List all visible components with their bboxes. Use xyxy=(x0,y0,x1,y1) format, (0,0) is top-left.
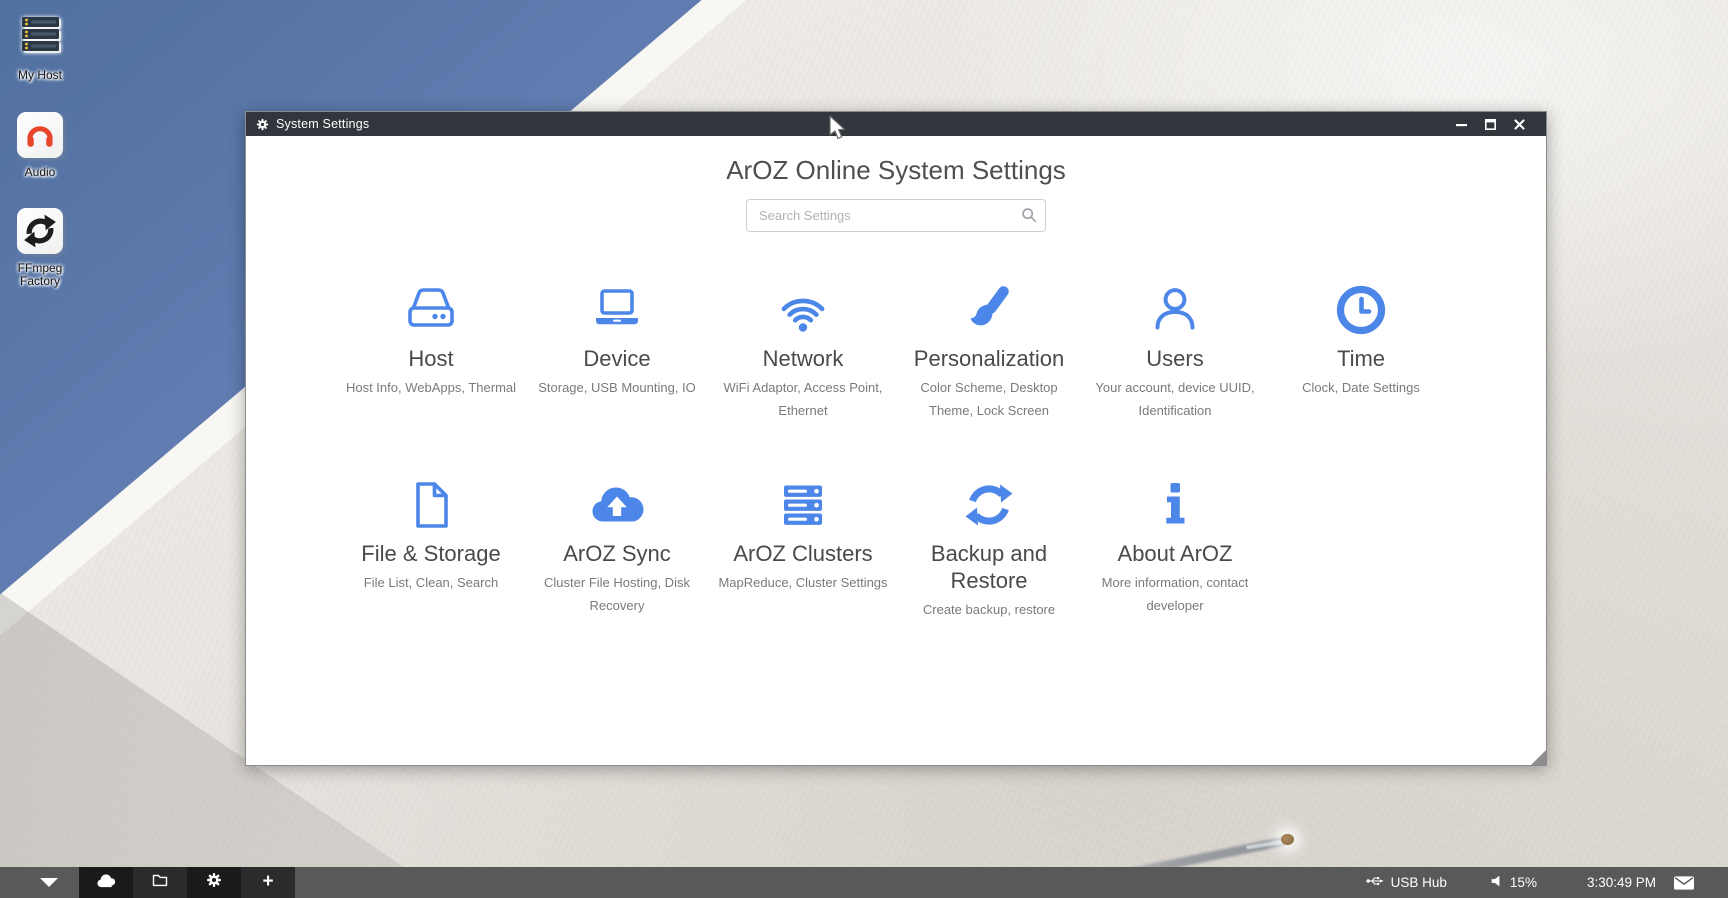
setting-backup-restore[interactable]: Backup and Restore Create backup, restor… xyxy=(896,469,1082,621)
taskbar: + US xyxy=(0,867,1728,898)
settings-row-1: Host Host Info, WebApps, Thermal Device xyxy=(338,274,1454,422)
setting-subtitle: Your account, device UUID, Identificatio… xyxy=(1082,376,1268,422)
setting-title: Backup and Restore xyxy=(896,540,1082,594)
settings-content: ArOZ Online System Settings xyxy=(246,136,1546,765)
search-input[interactable] xyxy=(746,199,1046,232)
window-controls xyxy=(1455,118,1536,131)
laptop-icon xyxy=(524,274,710,338)
caret-down-icon[interactable] xyxy=(40,878,58,887)
folder-icon xyxy=(151,872,169,893)
desktop-icon-label: Audio xyxy=(1,166,79,179)
gear-icon xyxy=(256,118,269,131)
envelope-icon[interactable] xyxy=(1674,876,1694,890)
taskbar-tile-settings[interactable] xyxy=(187,867,241,898)
setting-title: About ArOZ xyxy=(1082,540,1268,567)
setting-subtitle: Storage, USB Mounting, IO xyxy=(524,376,710,399)
speaker-icon xyxy=(1491,875,1503,890)
setting-subtitle: WiFi Adaptor, Access Point, Ethernet xyxy=(710,376,896,422)
setting-title: Users xyxy=(1082,345,1268,372)
setting-title: ArOZ Clusters xyxy=(710,540,896,567)
setting-subtitle: Cluster File Hosting, Disk Recovery xyxy=(524,571,710,617)
usb-icon xyxy=(1366,875,1384,890)
paintbrush-icon xyxy=(896,274,1082,338)
usb-status[interactable]: USB Hub xyxy=(1366,875,1447,890)
setting-title: ArOZ Sync xyxy=(524,540,710,567)
file-icon xyxy=(338,469,524,533)
desktop-icon-ffmpeg-factory[interactable]: FFmpeg Factory xyxy=(1,208,79,288)
setting-title: Personalization xyxy=(896,345,1082,372)
recycle-arrows-icon xyxy=(17,208,63,254)
setting-users[interactable]: Users Your account, device UUID, Identif… xyxy=(1082,274,1268,422)
minimize-button[interactable] xyxy=(1455,118,1468,131)
hdd-icon xyxy=(338,274,524,338)
gear-icon xyxy=(206,872,222,893)
desktop-icon-my-host[interactable]: My Host xyxy=(1,12,79,82)
setting-subtitle: File List, Clean, Search xyxy=(338,571,524,594)
taskbar-status-area: USB Hub 15% 3:30:49 PM xyxy=(1366,875,1728,890)
wallpaper-wall-hole xyxy=(1281,834,1294,845)
taskbar-tiles: + xyxy=(79,867,295,898)
taskbar-tile-add[interactable]: + xyxy=(241,867,295,898)
setting-title: Time xyxy=(1268,345,1454,372)
info-icon xyxy=(1082,469,1268,533)
settings-row-2: File & Storage File List, Clean, Search … xyxy=(338,469,1454,621)
setting-device[interactable]: Device Storage, USB Mounting, IO xyxy=(524,274,710,422)
setting-title: File & Storage xyxy=(338,540,524,567)
setting-about-aroz[interactable]: About ArOZ More information, contact dev… xyxy=(1082,469,1268,621)
setting-subtitle: Clock, Date Settings xyxy=(1268,376,1454,399)
cloud-icon xyxy=(95,872,117,893)
server-stack-icon xyxy=(710,469,896,533)
volume-status[interactable]: 15% xyxy=(1491,875,1537,890)
setting-aroz-clusters[interactable]: ArOZ Clusters MapReduce, Cluster Setting… xyxy=(710,469,896,621)
server-icon xyxy=(18,12,62,61)
maximize-button[interactable] xyxy=(1484,118,1497,131)
taskbar-tile-desktop[interactable] xyxy=(79,867,133,898)
setting-subtitle: Host Info, WebApps, Thermal xyxy=(338,376,524,399)
desktop-icon-label: My Host xyxy=(1,69,79,82)
desktop-screen: My Host Audio FFm xyxy=(0,0,1728,898)
desktop-icon-audio[interactable]: Audio xyxy=(1,112,79,179)
window-title: System Settings xyxy=(276,117,369,131)
volume-label: 15% xyxy=(1510,875,1537,890)
setting-subtitle: More information, contact developer xyxy=(1082,571,1268,617)
setting-subtitle: MapReduce, Cluster Settings xyxy=(710,571,896,594)
setting-file-storage[interactable]: File & Storage File List, Clean, Search xyxy=(338,469,524,621)
setting-title: Host xyxy=(338,345,524,372)
plus-icon: + xyxy=(262,872,273,891)
taskbar-tile-files[interactable] xyxy=(133,867,187,898)
settings-grid: Host Host Info, WebApps, Thermal Device xyxy=(338,274,1454,621)
setting-host[interactable]: Host Host Info, WebApps, Thermal xyxy=(338,274,524,422)
cloud-upload-icon xyxy=(524,469,710,533)
setting-personalization[interactable]: Personalization Color Scheme, Desktop Th… xyxy=(896,274,1082,422)
setting-subtitle: Create backup, restore xyxy=(896,598,1082,621)
taskbar-clock[interactable]: 3:30:49 PM xyxy=(1587,875,1656,890)
system-settings-window: System Settings ArOZ xyxy=(245,111,1547,766)
setting-time[interactable]: Time Clock, Date Settings xyxy=(1268,274,1454,422)
user-icon xyxy=(1082,274,1268,338)
setting-subtitle: Color Scheme, Desktop Theme, Lock Screen xyxy=(896,376,1082,422)
refresh-icon xyxy=(896,469,1082,533)
window-titlebar[interactable]: System Settings xyxy=(246,112,1546,136)
setting-aroz-sync[interactable]: ArOZ Sync Cluster File Hosting, Disk Rec… xyxy=(524,469,710,621)
search-box xyxy=(746,199,1046,232)
wifi-icon xyxy=(710,274,896,338)
usb-label: USB Hub xyxy=(1391,875,1447,890)
clock-icon xyxy=(1268,274,1454,338)
close-icon[interactable] xyxy=(1513,118,1526,131)
headphones-icon xyxy=(17,112,63,158)
setting-network[interactable]: Network WiFi Adaptor, Access Point, Ethe… xyxy=(710,274,896,422)
window-resize-handle[interactable] xyxy=(1531,750,1546,765)
setting-title: Device xyxy=(524,345,710,372)
setting-title: Network xyxy=(710,345,896,372)
page-title: ArOZ Online System Settings xyxy=(246,155,1546,186)
desktop-icon-label: FFmpeg Factory xyxy=(1,262,79,288)
